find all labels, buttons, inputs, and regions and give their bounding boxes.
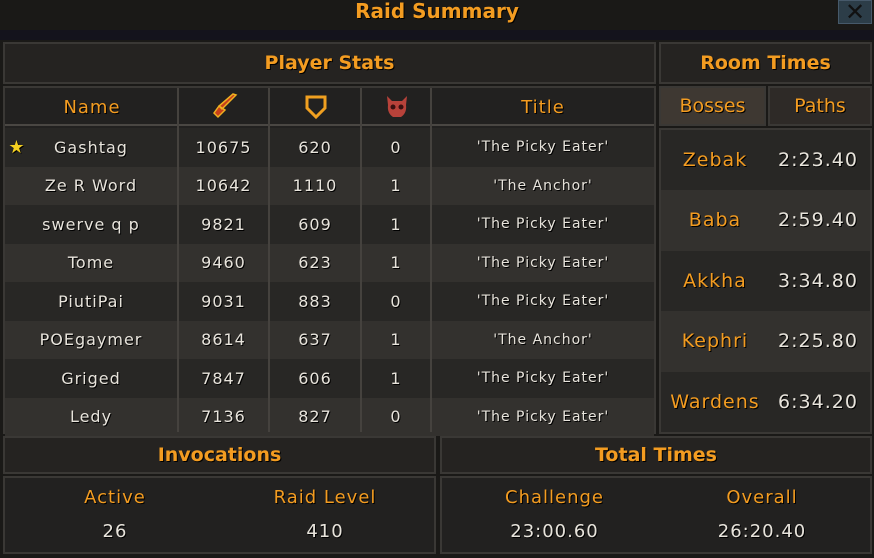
table-header: Name Title bbox=[5, 88, 654, 126]
cell-name: PiutiPai bbox=[58, 291, 124, 311]
table-row: ★ Gashtag 10675 620 0 'The Picky Eater' bbox=[5, 128, 654, 167]
divider bbox=[430, 88, 432, 432]
cell-damage: 10642 bbox=[195, 176, 252, 195]
cell-name: Ledy bbox=[69, 407, 113, 426]
cell-damage: 7136 bbox=[201, 407, 246, 426]
invocations-panel: Active 26 Raid Level 410 bbox=[3, 476, 436, 554]
cell-damage: 7847 bbox=[201, 368, 246, 388]
cell-deaths: 0 bbox=[390, 137, 402, 157]
room-time: 2:59.40 bbox=[778, 209, 858, 232]
cell-deaths: 0 bbox=[390, 291, 402, 311]
cell-name: Griged bbox=[61, 368, 121, 388]
cell-defence: 883 bbox=[298, 291, 332, 311]
cell-damage: 9460 bbox=[201, 253, 246, 272]
divider bbox=[360, 88, 362, 432]
table-row: Ledy 7136 827 0 'The Picky Eater' bbox=[5, 397, 654, 436]
cell-defence: 623 bbox=[298, 253, 332, 272]
room-name: Akkha bbox=[683, 269, 747, 292]
total-times-panel: Challenge 23:00.60 Overall 26:20.40 bbox=[440, 476, 872, 554]
challenge-label: Challenge bbox=[505, 486, 604, 508]
cell-name: Gashtag bbox=[54, 137, 128, 157]
divider bbox=[177, 88, 179, 432]
room-time: 2:23.40 bbox=[778, 149, 858, 171]
skull-icon bbox=[362, 88, 432, 126]
total-times-header: Total Times bbox=[440, 436, 872, 474]
table-row: Griged 7847 606 1 'The Picky Eater' bbox=[5, 359, 654, 398]
raid-level-value: 410 bbox=[306, 520, 344, 542]
overall-value: 26:20.40 bbox=[717, 520, 807, 542]
tab-bosses[interactable]: Bosses bbox=[659, 86, 766, 126]
cell-damage: 9821 bbox=[201, 214, 246, 234]
cell-defence: 827 bbox=[298, 407, 332, 426]
room-time: 2:25.80 bbox=[778, 330, 858, 353]
overall-label: Overall bbox=[726, 486, 798, 508]
close-button[interactable]: ✕ bbox=[838, 0, 872, 24]
room-times-header: Room Times bbox=[659, 42, 872, 84]
table-row: POEgaymer 8614 637 1 'The Anchor' bbox=[5, 320, 654, 359]
cell-deaths: 1 bbox=[390, 253, 402, 272]
cell-defence: 609 bbox=[298, 214, 332, 234]
cell-name: Tome bbox=[67, 253, 115, 272]
cell-deaths: 1 bbox=[390, 176, 402, 195]
room-row: Akkha 3:34.80 bbox=[661, 250, 870, 312]
divider bbox=[268, 88, 270, 432]
cell-title: 'The Picky Eater' bbox=[476, 370, 610, 386]
window-title: Raid Summary bbox=[355, 0, 519, 23]
room-name: Baba bbox=[688, 209, 742, 232]
cell-name: Ze R Word bbox=[44, 176, 138, 195]
column-title: Title bbox=[521, 96, 565, 118]
player-stats-table: Name Title ★ Gashtag 10675 620 0 'The Picky E… bbox=[3, 86, 656, 436]
room-name: Wardens bbox=[670, 390, 760, 413]
table-row: Ze R Word 10642 1110 1 'The Anchor' bbox=[5, 166, 654, 205]
cell-defence: 606 bbox=[298, 368, 332, 388]
challenge-value: 23:00.60 bbox=[510, 520, 599, 542]
cell-name: POEgaymer bbox=[39, 330, 143, 349]
cell-damage: 9031 bbox=[201, 291, 246, 311]
room-row: Wardens 6:34.20 bbox=[661, 371, 870, 432]
cell-title: 'The Picky Eater' bbox=[476, 139, 610, 155]
table-row: Tome 9460 623 1 'The Picky Eater' bbox=[5, 243, 654, 282]
cell-title: 'The Picky Eater' bbox=[476, 408, 610, 425]
cell-defence: 620 bbox=[298, 137, 332, 157]
raid-level-label: Raid Level bbox=[273, 486, 377, 508]
cell-defence: 637 bbox=[298, 330, 332, 349]
cell-title: 'The Anchor' bbox=[493, 331, 593, 348]
room-name: Kephri bbox=[681, 330, 749, 353]
cell-damage: 10675 bbox=[195, 137, 252, 157]
cell-title: 'The Anchor' bbox=[493, 177, 593, 194]
tab-paths[interactable]: Paths bbox=[768, 86, 872, 126]
divider bbox=[0, 30, 874, 40]
active-label: Active bbox=[84, 486, 146, 508]
room-row: Baba 2:59.40 bbox=[661, 190, 870, 251]
cell-deaths: 1 bbox=[390, 214, 402, 234]
shield-icon bbox=[270, 88, 362, 126]
room-times-list: Zebak 2:23.40 Baba 2:59.40 Akkha 3:34.80… bbox=[659, 128, 872, 434]
player-stats-header: Player Stats bbox=[3, 42, 656, 84]
cell-defence: 1110 bbox=[292, 176, 338, 195]
room-row: Kephri 2:25.80 bbox=[661, 311, 870, 372]
room-time: 6:34.20 bbox=[778, 390, 858, 413]
room-time: 3:34.80 bbox=[778, 269, 858, 292]
sword-icon bbox=[179, 88, 270, 126]
cell-title: 'The Picky Eater' bbox=[476, 254, 610, 271]
cell-name: swerve q p bbox=[42, 214, 140, 234]
invocations-header: Invocations bbox=[3, 436, 436, 474]
cell-damage: 8614 bbox=[201, 330, 246, 349]
cell-title: 'The Picky Eater' bbox=[476, 216, 610, 232]
table-row: swerve q p 9821 609 1 'The Picky Eater' bbox=[5, 205, 654, 244]
column-name: Name bbox=[63, 96, 121, 118]
room-name: Zebak bbox=[682, 149, 748, 171]
table-row: PiutiPai 9031 883 0 'The Picky Eater' bbox=[5, 282, 654, 321]
active-value: 26 bbox=[102, 520, 128, 542]
cell-deaths: 1 bbox=[390, 330, 402, 349]
cell-deaths: 1 bbox=[390, 368, 402, 388]
cell-deaths: 0 bbox=[390, 407, 402, 426]
room-row: Zebak 2:23.40 bbox=[661, 130, 870, 191]
cell-title: 'The Picky Eater' bbox=[476, 293, 610, 309]
